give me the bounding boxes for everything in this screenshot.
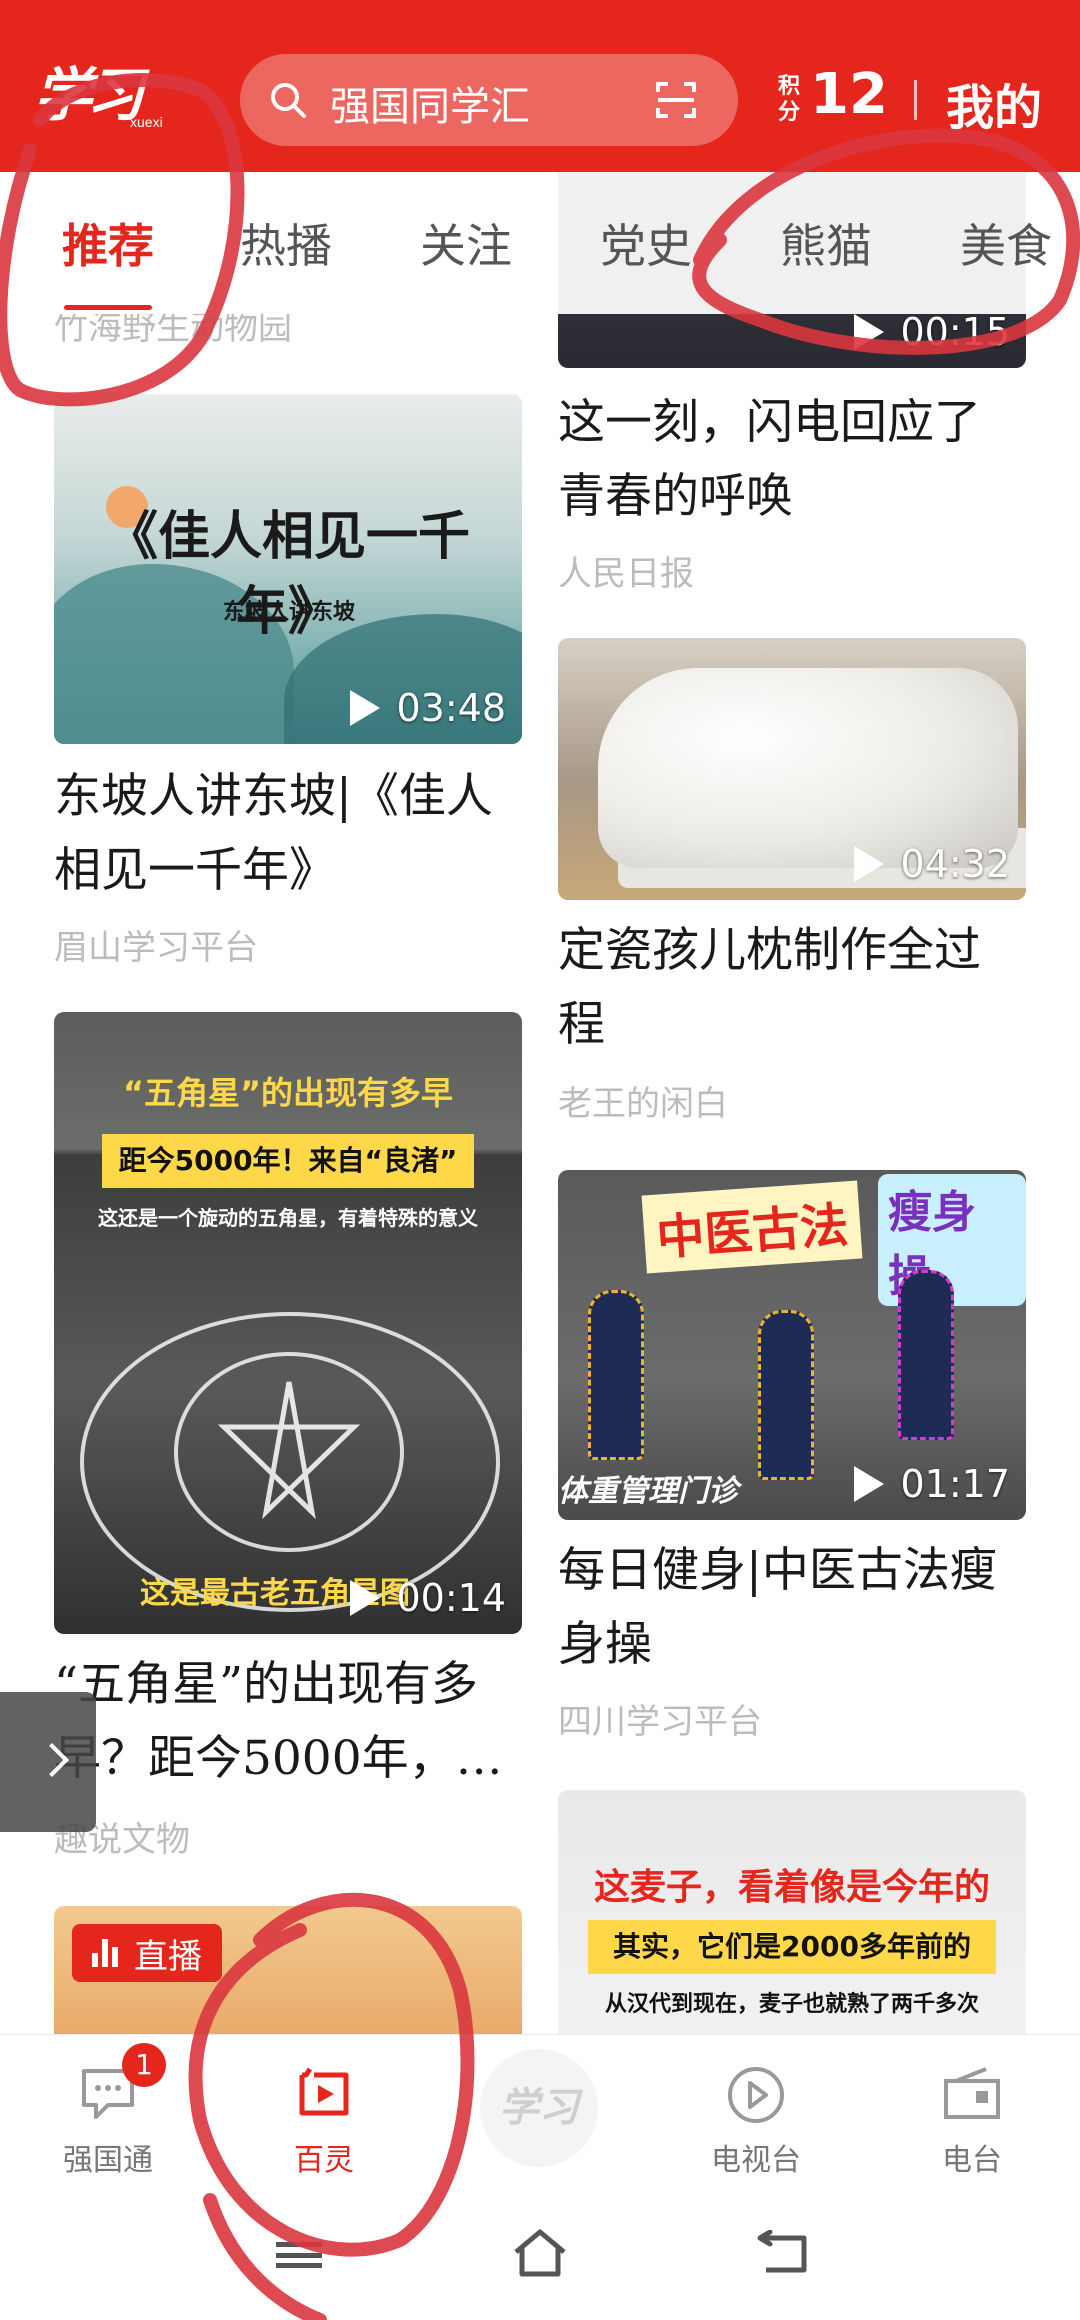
duration-text: 00:14: [396, 1576, 506, 1620]
nav-label: 电视台: [711, 2143, 801, 2178]
back-icon[interactable]: [756, 2230, 812, 2278]
card-title[interactable]: “五角星”的出现有多早？距今5000年，…: [54, 1648, 530, 1796]
play-icon: [350, 1580, 381, 1616]
card-source: 老王的闲白: [558, 1084, 728, 1124]
live-bars-icon: [92, 1939, 122, 1967]
logo-subtext: xuexi: [130, 114, 163, 130]
system-navigation-bar: [0, 2190, 1080, 2320]
video-duration: 03:48: [350, 686, 506, 730]
video-duration: 00:14: [350, 1576, 506, 1620]
tab-hot[interactable]: 热播: [240, 210, 332, 276]
thumbnail-caption: 从汉代到现在，麦子也就熟了两千多次: [604, 1992, 979, 2017]
live-badge-label: 直播: [134, 1936, 202, 1977]
video-feed[interactable]: 竹海野生动物园 《佳人相见一千年》 东坡人讲东坡 03:48 东坡人讲东坡|《佳…: [0, 172, 1080, 2034]
video-thumbnail[interactable]: 《佳人相见一千年》 东坡人讲东坡 03:48: [54, 394, 522, 744]
live-thumbnail[interactable]: 直播: [54, 1906, 522, 2034]
search-placeholder: 强国同学汇: [330, 84, 530, 130]
video-duration: 00:15: [854, 310, 1010, 354]
thumbnail-tag: 中医古法: [641, 1180, 863, 1274]
points-label: 积分: [778, 74, 801, 125]
duration-text: 04:32: [900, 842, 1010, 886]
tab-follow[interactable]: 关注: [420, 210, 512, 276]
tab-recommend[interactable]: 推荐: [62, 210, 154, 276]
xuexi-logo-icon[interactable]: 学习: [480, 2049, 598, 2167]
search-bar[interactable]: 强国同学汇: [240, 54, 738, 146]
video-thumbnail[interactable]: 中医古法 瘦身操 体重管理门诊 01:17: [558, 1170, 1026, 1520]
card-source: 人民日报: [558, 554, 694, 594]
radio-icon: [944, 2067, 1000, 2119]
card-source: 眉山学习平台: [54, 928, 258, 968]
card-title[interactable]: 每日健身|中医古法瘦身操: [558, 1534, 1026, 1682]
star-carving-icon: [217, 1381, 361, 1520]
active-tab-indicator: [64, 305, 152, 310]
nav-label: 电台: [942, 2143, 1002, 2178]
poster-subtitle: 东坡人讲东坡: [222, 599, 355, 625]
thumbnail-headline: “五角星”的出现有多早: [122, 1074, 454, 1112]
nav-bailing[interactable]: 百灵: [244, 2035, 404, 2191]
thumbnail-bottom-caption: 体重管理门诊: [558, 1474, 738, 1509]
thumbnail-caption: 这还是一个旋动的五角星，有着特殊的意义: [98, 1206, 478, 1230]
nav-label: 百灵: [294, 2143, 354, 2178]
thumbnail-headline: 这麦子，看着像是今年的: [593, 1867, 990, 1908]
search-icon: [271, 83, 306, 118]
duration-text: 00:15: [900, 310, 1010, 354]
video-thumbnail[interactable]: 04:32: [558, 638, 1026, 900]
xuexi-logo[interactable]: 学习 xuexi: [34, 48, 204, 138]
live-badge: 直播: [72, 1924, 222, 1982]
bottom-navigation: 1 强国通 百灵 学习 电视台 电台: [0, 2034, 1080, 2190]
play-icon: [854, 1466, 885, 1502]
side-expand-tab[interactable]: [0, 1692, 96, 1832]
mine-button[interactable]: 我的: [946, 68, 1042, 138]
tab-panda[interactable]: 熊猫: [780, 210, 872, 276]
card-title[interactable]: 定瓷孩儿枕制作全过程: [558, 914, 1026, 1062]
video-duration: 04:32: [854, 842, 1010, 886]
channel-tabs: 推荐 热播 关注 党史 熊猫 美食: [0, 172, 1080, 314]
exercise-person: [758, 1310, 814, 1480]
statue-figure: [598, 668, 1018, 868]
duration-text: 03:48: [396, 686, 506, 730]
recent-apps-icon[interactable]: [276, 2242, 322, 2268]
nav-radio[interactable]: 电台: [892, 2035, 1052, 2191]
nav-qiangguotong[interactable]: 1 强国通: [28, 2035, 188, 2191]
home-icon[interactable]: [510, 2226, 570, 2282]
tab-food[interactable]: 美食: [960, 210, 1052, 276]
exercise-person: [898, 1270, 954, 1440]
thumbnail-subheadline: 其实，它们是2000多年前的: [588, 1920, 996, 1974]
nav-tv[interactable]: 电视台: [676, 2035, 836, 2191]
video-thumbnail[interactable]: “五角星”的出现有多早 距今5000年！来自“良渚” 这还是一个旋动的五角星，有…: [54, 1012, 522, 1634]
video-icon: [299, 2067, 349, 2116]
center-logo-text: 学习: [499, 2084, 579, 2131]
tab-party-history[interactable]: 党史: [600, 210, 692, 276]
play-icon: [854, 846, 885, 882]
header-divider: [914, 80, 917, 120]
card-title[interactable]: 东坡人讲东坡|《佳人相见一千年》: [54, 760, 522, 908]
notification-badge: 1: [122, 2043, 166, 2087]
nav-label: 强国通: [63, 2143, 153, 2178]
play-icon: [350, 690, 381, 726]
points-value: 12: [810, 62, 888, 127]
card-source: 四川学习平台: [558, 1702, 762, 1742]
app-header: 学习 xuexi 强国同学汇 积分 12 我的: [0, 0, 1080, 172]
video-thumbnail[interactable]: 这麦子，看着像是今年的 其实，它们是2000多年前的 从汉代到现在，麦子也就熟了…: [558, 1790, 1026, 2034]
exercise-person: [588, 1290, 644, 1460]
chevron-right-icon: [35, 1743, 69, 1777]
play-circle-icon: [728, 2067, 784, 2123]
logo-text: 学习: [34, 61, 144, 129]
scan-icon[interactable]: [654, 78, 698, 122]
play-icon: [854, 314, 885, 350]
duration-text: 01:17: [900, 1462, 1010, 1506]
card-title[interactable]: 这一刻，闪电回应了青春的呼唤: [558, 386, 1026, 534]
thumbnail-subheadline: 距今5000年！来自“良渚”: [102, 1134, 474, 1188]
video-duration: 01:17: [854, 1462, 1010, 1506]
